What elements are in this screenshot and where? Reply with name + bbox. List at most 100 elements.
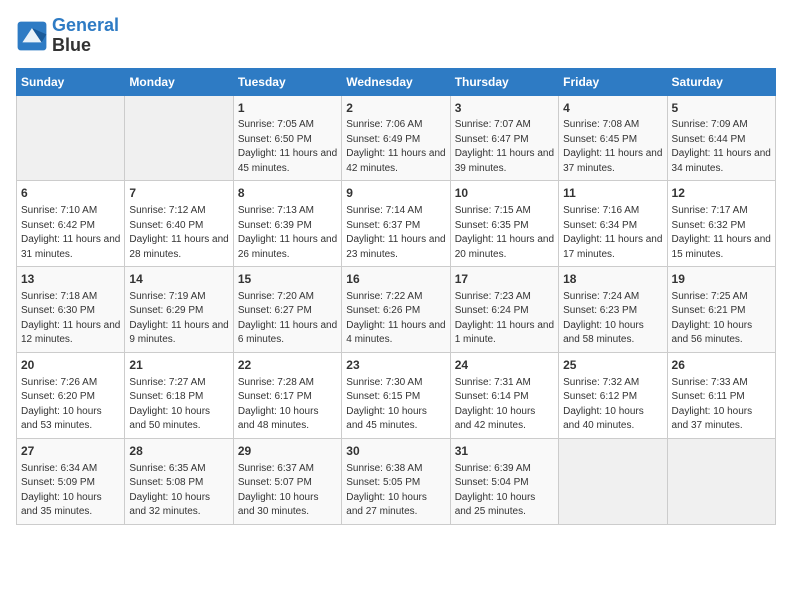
day-number: 2 (346, 100, 445, 117)
day-number: 27 (21, 443, 120, 460)
calendar-day-cell: 20 Sunrise: 7:26 AM Sunset: 6:20 PM Dayli… (17, 352, 125, 438)
day-number: 23 (346, 357, 445, 374)
calendar-day-cell: 24 Sunrise: 7:31 AM Sunset: 6:14 PM Dayli… (450, 352, 558, 438)
day-number: 15 (238, 271, 337, 288)
calendar-day-cell: 18 Sunrise: 7:24 AM Sunset: 6:23 PM Dayli… (559, 267, 667, 353)
calendar-day-cell (559, 438, 667, 524)
days-header-row: SundayMondayTuesdayWednesdayThursdayFrid… (17, 68, 776, 95)
calendar-day-cell: 8 Sunrise: 7:13 AM Sunset: 6:39 PM Daylig… (233, 181, 341, 267)
day-number: 31 (455, 443, 554, 460)
day-info: Sunrise: 6:37 AM Sunset: 5:07 PM Dayligh… (238, 462, 337, 520)
calendar-day-cell: 14 Sunrise: 7:19 AM Sunset: 6:29 PM Dayli… (125, 267, 233, 353)
calendar-day-cell: 2Sunrise: 7:06 AM Sunset: 6:49 PM Daylig… (342, 95, 450, 181)
day-info: Sunrise: 7:17 AM Sunset: 6:32 PM Dayligh… (672, 204, 771, 262)
day-number: 25 (563, 357, 662, 374)
day-info: Sunrise: 7:14 AM Sunset: 6:37 PM Dayligh… (346, 204, 445, 262)
day-info: Sunrise: 7:32 AM Sunset: 6:12 PM Dayligh… (563, 376, 662, 434)
calendar-day-cell (125, 95, 233, 181)
day-info: Sunrise: 7:09 AM Sunset: 6:44 PM Dayligh… (672, 118, 771, 176)
calendar-week-row: 1Sunrise: 7:05 AM Sunset: 6:50 PM Daylig… (17, 95, 776, 181)
day-info: Sunrise: 7:10 AM Sunset: 6:42 PM Dayligh… (21, 204, 120, 262)
day-info: Sunrise: 7:30 AM Sunset: 6:15 PM Dayligh… (346, 376, 445, 434)
day-number: 28 (129, 443, 228, 460)
day-info: Sunrise: 7:18 AM Sunset: 6:30 PM Dayligh… (21, 290, 120, 348)
day-info: Sunrise: 7:28 AM Sunset: 6:17 PM Dayligh… (238, 376, 337, 434)
calendar-day-cell: 19 Sunrise: 7:25 AM Sunset: 6:21 PM Dayli… (667, 267, 775, 353)
day-info: Sunrise: 7:19 AM Sunset: 6:29 PM Dayligh… (129, 290, 228, 348)
day-number: 9 (346, 185, 445, 202)
day-info: Sunrise: 6:34 AM Sunset: 5:09 PM Dayligh… (21, 462, 120, 520)
day-of-week-header: Tuesday (233, 68, 341, 95)
calendar-day-cell: 13 Sunrise: 7:18 AM Sunset: 6:30 PM Dayli… (17, 267, 125, 353)
day-number: 24 (455, 357, 554, 374)
day-number: 13 (21, 271, 120, 288)
calendar-day-cell: 25 Sunrise: 7:32 AM Sunset: 6:12 PM Dayli… (559, 352, 667, 438)
calendar-week-row: 27 Sunrise: 6:34 AM Sunset: 5:09 PM Dayli… (17, 438, 776, 524)
day-info: Sunrise: 7:23 AM Sunset: 6:24 PM Dayligh… (455, 290, 554, 348)
day-of-week-header: Thursday (450, 68, 558, 95)
day-info: Sunrise: 7:24 AM Sunset: 6:23 PM Dayligh… (563, 290, 662, 348)
logo: General Blue (16, 16, 119, 56)
day-of-week-header: Monday (125, 68, 233, 95)
day-number: 7 (129, 185, 228, 202)
day-number: 21 (129, 357, 228, 374)
logo-text: General Blue (52, 16, 119, 56)
calendar-day-cell: 3Sunrise: 7:07 AM Sunset: 6:47 PM Daylig… (450, 95, 558, 181)
calendar-day-cell: 12 Sunrise: 7:17 AM Sunset: 6:32 PM Dayli… (667, 181, 775, 267)
day-info: Sunrise: 7:22 AM Sunset: 6:26 PM Dayligh… (346, 290, 445, 348)
day-info: Sunrise: 7:16 AM Sunset: 6:34 PM Dayligh… (563, 204, 662, 262)
day-info: Sunrise: 7:25 AM Sunset: 6:21 PM Dayligh… (672, 290, 771, 348)
calendar-day-cell: 6 Sunrise: 7:10 AM Sunset: 6:42 PM Daylig… (17, 181, 125, 267)
day-number: 5 (672, 100, 771, 117)
day-number: 3 (455, 100, 554, 117)
day-info: Sunrise: 7:13 AM Sunset: 6:39 PM Dayligh… (238, 204, 337, 262)
calendar-day-cell: 9 Sunrise: 7:14 AM Sunset: 6:37 PM Daylig… (342, 181, 450, 267)
day-of-week-header: Sunday (17, 68, 125, 95)
calendar-week-row: 20 Sunrise: 7:26 AM Sunset: 6:20 PM Dayli… (17, 352, 776, 438)
day-info: Sunrise: 7:08 AM Sunset: 6:45 PM Dayligh… (563, 118, 662, 176)
calendar-day-cell: 27 Sunrise: 6:34 AM Sunset: 5:09 PM Dayli… (17, 438, 125, 524)
calendar-day-cell: 28 Sunrise: 6:35 AM Sunset: 5:08 PM Dayli… (125, 438, 233, 524)
day-info: Sunrise: 7:05 AM Sunset: 6:50 PM Dayligh… (238, 118, 337, 176)
day-info: Sunrise: 7:31 AM Sunset: 6:14 PM Dayligh… (455, 376, 554, 434)
calendar-day-cell: 17 Sunrise: 7:23 AM Sunset: 6:24 PM Dayli… (450, 267, 558, 353)
calendar-day-cell: 21 Sunrise: 7:27 AM Sunset: 6:18 PM Dayli… (125, 352, 233, 438)
day-number: 11 (563, 185, 662, 202)
day-info: Sunrise: 6:35 AM Sunset: 5:08 PM Dayligh… (129, 462, 228, 520)
day-number: 6 (21, 185, 120, 202)
day-number: 1 (238, 100, 337, 117)
day-of-week-header: Saturday (667, 68, 775, 95)
calendar-day-cell: 5Sunrise: 7:09 AM Sunset: 6:44 PM Daylig… (667, 95, 775, 181)
calendar-day-cell: 29Sunrise: 6:37 AM Sunset: 5:07 PM Dayli… (233, 438, 341, 524)
calendar-day-cell: 1Sunrise: 7:05 AM Sunset: 6:50 PM Daylig… (233, 95, 341, 181)
calendar-day-cell: 15 Sunrise: 7:20 AM Sunset: 6:27 PM Dayli… (233, 267, 341, 353)
day-info: Sunrise: 7:12 AM Sunset: 6:40 PM Dayligh… (129, 204, 228, 262)
calendar-day-cell: 30Sunrise: 6:38 AM Sunset: 5:05 PM Dayli… (342, 438, 450, 524)
calendar-day-cell: 7 Sunrise: 7:12 AM Sunset: 6:40 PM Daylig… (125, 181, 233, 267)
day-info: Sunrise: 7:07 AM Sunset: 6:47 PM Dayligh… (455, 118, 554, 176)
day-number: 8 (238, 185, 337, 202)
logo-icon (16, 20, 48, 52)
calendar-day-cell (17, 95, 125, 181)
day-info: Sunrise: 7:26 AM Sunset: 6:20 PM Dayligh… (21, 376, 120, 434)
day-info: Sunrise: 7:33 AM Sunset: 6:11 PM Dayligh… (672, 376, 771, 434)
day-info: Sunrise: 6:38 AM Sunset: 5:05 PM Dayligh… (346, 462, 445, 520)
day-number: 20 (21, 357, 120, 374)
day-number: 12 (672, 185, 771, 202)
calendar-day-cell: 16Sunrise: 7:22 AM Sunset: 6:26 PM Dayli… (342, 267, 450, 353)
day-info: Sunrise: 7:15 AM Sunset: 6:35 PM Dayligh… (455, 204, 554, 262)
calendar-day-cell (667, 438, 775, 524)
calendar-day-cell: 11 Sunrise: 7:16 AM Sunset: 6:34 PM Dayli… (559, 181, 667, 267)
day-info: Sunrise: 7:06 AM Sunset: 6:49 PM Dayligh… (346, 118, 445, 176)
calendar-week-row: 6 Sunrise: 7:10 AM Sunset: 6:42 PM Daylig… (17, 181, 776, 267)
day-number: 18 (563, 271, 662, 288)
day-number: 22 (238, 357, 337, 374)
day-info: Sunrise: 6:39 AM Sunset: 5:04 PM Dayligh… (455, 462, 554, 520)
day-number: 14 (129, 271, 228, 288)
calendar-day-cell: 10Sunrise: 7:15 AM Sunset: 6:35 PM Dayli… (450, 181, 558, 267)
day-info: Sunrise: 7:20 AM Sunset: 6:27 PM Dayligh… (238, 290, 337, 348)
day-info: Sunrise: 7:27 AM Sunset: 6:18 PM Dayligh… (129, 376, 228, 434)
day-number: 17 (455, 271, 554, 288)
day-of-week-header: Friday (559, 68, 667, 95)
day-number: 19 (672, 271, 771, 288)
